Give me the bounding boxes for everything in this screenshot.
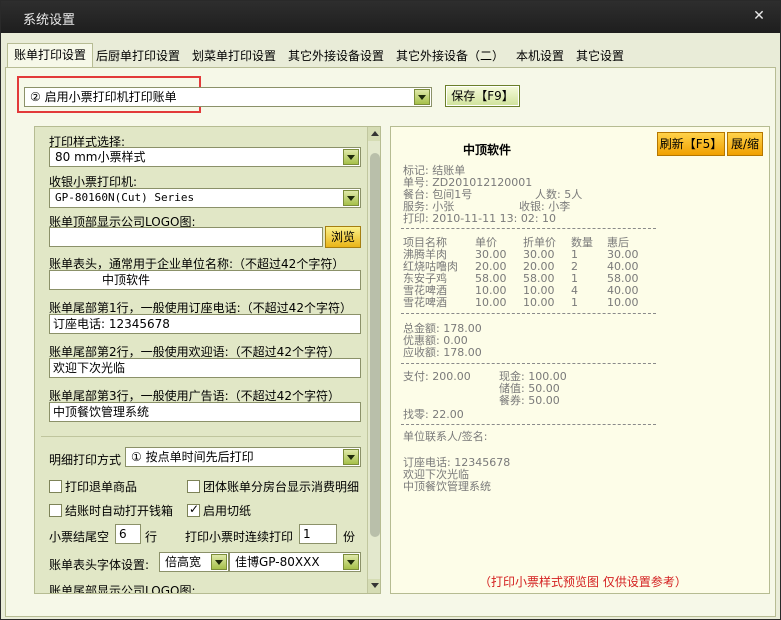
cut-paper-checkbox[interactable]: 启用切纸 [187,502,251,519]
footer1-input[interactable]: 订座电话: 12345678 [49,314,361,334]
footer3-input[interactable]: 中顶餐饮管理系统 [49,402,361,422]
scrollbar-thumb[interactable] [370,153,380,537]
window-title: 系统设置 [23,13,76,28]
checkmark-icon[interactable] [187,502,200,517]
repeat-count-input[interactable]: 1 [299,524,337,544]
cut-paper-label: 启用切纸 [203,504,252,518]
checkbox-box[interactable] [49,480,62,493]
preview-note: （打印小票样式预览图 仅供设置参考） [479,575,687,589]
tab-external-devices[interactable]: 其它外接设备设置 [282,45,390,67]
preview-change: 找零: 22.00 [403,408,464,421]
printer-select[interactable]: GP-80160N(Cut) Series [49,188,361,208]
tail-blank-label: 小票结尾空 [49,530,110,544]
form-scrollbar[interactable] [367,127,380,593]
print-mode-select[interactable]: ② 启用小票打印机打印账单 [24,87,432,107]
preview-footer3: 中顶餐饮管理系统 [403,480,491,493]
expand-collapse-button[interactable]: 展/缩 [727,132,763,156]
item-name: 雪花啤酒 [403,296,447,309]
preview-receivable: 应收额: 178.00 [403,346,482,359]
chevron-down-icon[interactable] [343,149,359,165]
font-label: 账单表头字体设置: [49,558,150,572]
receipt-preview: 中顶软件 刷新【F5】 展/缩 标记: 结账单 单号: ZD2010121200… [390,126,770,594]
item-qty: 1 [571,296,578,309]
preview-paid: 支付: 200.00 [403,370,471,383]
tab-external-devices-2[interactable]: 其它外接设备（二） [390,45,510,67]
checkbox-box[interactable] [187,480,200,493]
group-detail-checkbox[interactable]: 团体账单分房台显示消费明细 [187,478,359,495]
repeat-unit: 份 [343,530,356,544]
item-after: 10.00 [607,296,639,309]
item-price: 10.00 [475,296,507,309]
settings-form: 打印样式选择: 80 mm小票样式 收银小票打印机: GP-80160N(Cut… [34,126,381,594]
style-select[interactable]: 80 mm小票样式 [49,147,361,167]
scroll-down-icon[interactable] [368,579,380,593]
save-button[interactable]: 保存【F9】 [445,85,520,107]
font-printer-value: 佳博GP-80XXX [235,555,320,569]
close-icon[interactable]: ✕ [750,7,768,25]
tab-bill-print[interactable]: 账单打印设置 [7,43,94,68]
item-discount-price: 10.00 [523,296,555,309]
open-drawer-checkbox[interactable]: 结账时自动打开钱箱 [49,502,173,519]
checkbox-box[interactable] [49,504,62,517]
chevron-down-icon[interactable] [343,190,359,206]
preview-signature: 单位联系人/签名: [403,430,488,443]
group-detail-label: 团体账单分房台显示消费明细 [203,480,360,494]
tab-dish-print[interactable]: 划菜单打印设置 [186,45,282,67]
font-size-select[interactable]: 倍高宽 [159,552,229,572]
header-input[interactable]: 中顶软件 [49,270,361,290]
detail-mode-value: ① 按点单时间先后打印 [131,450,254,464]
font-size-value: 倍高宽 [165,555,202,569]
footer2-input[interactable]: 欢迎下次光临 [49,358,361,378]
chevron-down-icon[interactable] [414,89,430,105]
repeat-label: 打印小票时连续打印 [185,530,294,544]
font-printer-select[interactable]: 佳博GP-80XXX [229,552,361,572]
open-drawer-label: 结账时自动打开钱箱 [65,504,174,518]
detail-mode-label: 明细打印方式 [49,453,122,467]
preview-divider [401,363,656,364]
tail-blank-unit: 行 [145,530,158,544]
scroll-up-icon[interactable] [368,127,380,141]
preview-title: 中顶软件 [463,143,512,157]
preview-voucher: 餐券: 50.00 [499,394,560,407]
chevron-down-icon[interactable] [343,554,359,570]
preview-print-time: 打印: 2010-11-11 13: 02: 10 [403,212,557,225]
printer-value: GP-80160N(Cut) Series [55,191,195,204]
preview-divider [401,313,656,314]
preview-divider [401,424,656,425]
bottom-logo-label: 账单尾部显示公司LOGO图: [49,584,196,594]
browse-button[interactable]: 浏览 [325,226,361,248]
chevron-down-icon[interactable] [211,554,227,570]
tail-blank-input[interactable]: 6 [115,524,141,544]
tab-bar: 账单打印设置 后厨单打印设置 划菜单打印设置 其它外接设备设置 其它外接设备（二… [1,33,780,68]
print-return-label: 打印退单商品 [65,480,138,494]
divider [41,436,361,437]
refresh-button[interactable]: 刷新【F5】 [657,132,725,156]
title-bar: 系统设置 ✕ [1,1,780,33]
bill-print-panel: ② 启用小票打印机打印账单 保存【F9】 打印样式选择: 80 mm小票样式 收… [5,67,776,617]
detail-mode-select[interactable]: ① 按点单时间先后打印 [125,447,361,467]
preview-divider [401,228,656,229]
print-mode-value: ② 启用小票打印机打印账单 [30,90,177,104]
tab-other-settings[interactable]: 其它设置 [570,45,630,67]
settings-window: 系统设置 ✕ 账单打印设置 后厨单打印设置 划菜单打印设置 其它外接设备设置 其… [0,0,781,620]
style-value: 80 mm小票样式 [55,150,146,164]
print-return-checkbox[interactable]: 打印退单商品 [49,478,137,495]
logo-path-input[interactable] [49,227,323,247]
tab-local-settings[interactable]: 本机设置 [510,45,570,67]
chevron-down-icon[interactable] [343,449,359,465]
tab-kitchen-print[interactable]: 后厨单打印设置 [90,45,186,67]
